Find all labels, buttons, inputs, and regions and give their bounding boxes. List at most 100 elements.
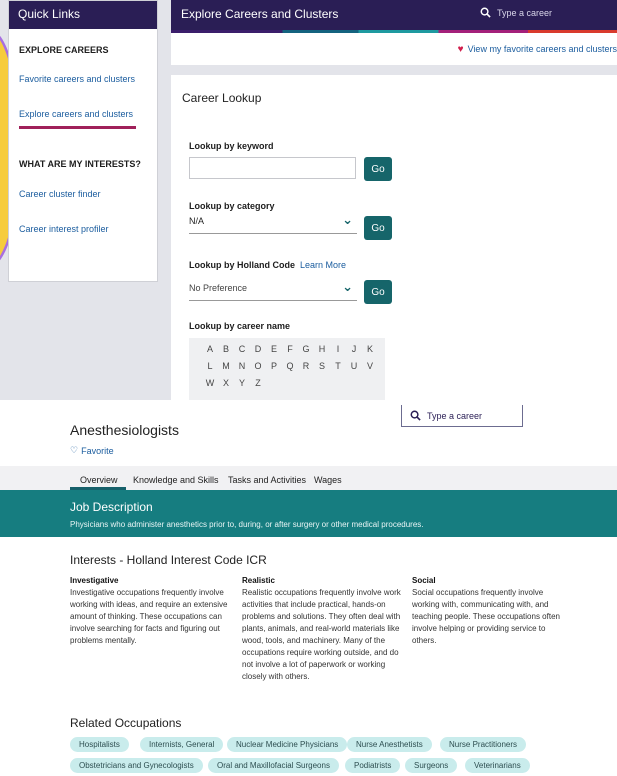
alphabet-row-2: L M N O P Q R S T U V <box>202 361 385 378</box>
holland-code-select[interactable]: No Preference ⌄ <box>189 279 357 301</box>
tab-overview[interactable]: Overview <box>80 475 118 485</box>
favorite-toggle[interactable]: ♡ Favorite <box>70 445 114 456</box>
interest-investigative: Investigative Investigative occupations … <box>70 575 232 647</box>
interest-name: Social <box>412 576 436 585</box>
quick-links-title: Quick Links <box>9 1 157 29</box>
job-description-text: Physicians who administer anesthetics pr… <box>70 520 424 529</box>
holland-code-label: Lookup by Holland Code Learn More <box>189 260 346 270</box>
letter-link[interactable]: E <box>266 344 282 361</box>
interest-name: Investigative <box>70 576 119 585</box>
interest-text: Investigative occupations frequently inv… <box>70 588 228 645</box>
occupation-search-input[interactable]: Type a career <box>401 405 523 427</box>
career-lookup-title: Career Lookup <box>182 91 262 105</box>
letter-link[interactable]: S <box>314 361 330 378</box>
related-occupation-chip[interactable]: Surgeons <box>405 758 458 773</box>
letter-link[interactable]: W <box>202 378 218 395</box>
category-select[interactable]: N/A ⌄ <box>189 212 357 234</box>
interest-text: Realistic occupations frequently involve… <box>242 588 401 681</box>
job-description-title: Job Description <box>70 500 153 514</box>
favorites-strip: ♥ View my favorite careers and clusters <box>171 33 617 65</box>
letter-link[interactable]: P <box>266 361 282 378</box>
tab-tasks-activities[interactable]: Tasks and Activities <box>228 475 306 485</box>
related-occupation-chip[interactable]: Veterinarians <box>465 758 530 773</box>
search-icon <box>480 7 491 18</box>
career-explorer-screenshot: Quick Links EXPLORE CAREERS Favorite car… <box>0 0 617 400</box>
heart-outline-icon: ♡ <box>70 445 79 455</box>
chevron-down-icon: ⌄ <box>342 212 353 227</box>
favorite-label: Favorite <box>81 445 114 456</box>
holland-code-label-text: Lookup by Holland Code <box>189 260 295 270</box>
search-icon <box>410 410 421 421</box>
keyword-input[interactable] <box>189 157 356 179</box>
related-occupation-chip[interactable]: Internists, General <box>140 737 224 752</box>
interests-title: Interests - Holland Interest Code ICR <box>70 553 267 567</box>
letter-link[interactable]: Y <box>234 378 250 395</box>
tab-wages[interactable]: Wages <box>314 475 342 485</box>
related-occupation-chip[interactable]: Nurse Anesthetists <box>347 737 432 752</box>
related-occupation-chip[interactable]: Podiatrists <box>345 758 401 773</box>
learn-more-link[interactable]: Learn More <box>300 260 346 270</box>
view-favorites-link[interactable]: View my favorite careers and clusters <box>468 44 617 54</box>
link-favorite-careers[interactable]: Favorite careers and clusters <box>19 74 135 84</box>
career-lookup-panel: Career Lookup Lookup by keyword Go Looku… <box>171 75 617 400</box>
letter-link[interactable]: G <box>298 344 314 361</box>
related-occupations-title: Related Occupations <box>70 716 182 730</box>
related-occupation-chip[interactable]: Oral and Maxillofacial Surgeons <box>208 758 339 773</box>
header-search-input[interactable]: Type a career <box>462 3 617 22</box>
category-go-button[interactable]: Go <box>364 216 392 240</box>
letter-link[interactable]: Q <box>282 361 298 378</box>
letter-link[interactable]: F <box>282 344 298 361</box>
quick-links-panel: Quick Links EXPLORE CAREERS Favorite car… <box>8 0 158 282</box>
letter-link[interactable]: H <box>314 344 330 361</box>
link-career-interest-profiler[interactable]: Career interest profiler <box>19 224 109 234</box>
section-interests: WHAT ARE MY INTERESTS? <box>19 159 141 169</box>
link-explore-careers[interactable]: Explore careers and clusters <box>19 109 133 119</box>
letter-link[interactable]: M <box>218 361 234 378</box>
letter-link[interactable]: X <box>218 378 234 395</box>
link-career-cluster-finder[interactable]: Career cluster finder <box>19 189 101 199</box>
career-name-label: Lookup by career name <box>189 321 291 331</box>
occupation-title: Anesthesiologists <box>70 422 179 438</box>
interest-name: Realistic <box>242 576 275 585</box>
letter-link[interactable]: K <box>362 344 378 361</box>
category-value: N/A <box>189 216 205 226</box>
active-link-indicator <box>19 126 136 129</box>
letter-link[interactable]: J <box>346 344 362 361</box>
alphabet-row-1: A B C D E F G H I J K <box>202 344 385 361</box>
alphabet-row-3: W X Y Z <box>202 378 385 395</box>
category-label: Lookup by category <box>189 201 275 211</box>
letter-link[interactable]: T <box>330 361 346 378</box>
interest-text: Social occupations frequently involve wo… <box>412 588 560 645</box>
keyword-label: Lookup by keyword <box>189 141 274 151</box>
related-occupation-chip[interactable]: Obstetricians and Gynecologists <box>70 758 203 773</box>
interest-realistic: Realistic Realistic occupations frequent… <box>242 575 404 683</box>
interest-social: Social Social occupations frequently inv… <box>412 575 562 647</box>
related-occupation-chip[interactable]: Nurse Practitioners <box>440 737 527 752</box>
related-occupation-chip[interactable]: Hospitalists <box>70 737 129 752</box>
holland-code-value: No Preference <box>189 283 248 293</box>
section-explore-careers: EXPLORE CAREERS <box>19 45 109 55</box>
letter-link[interactable]: N <box>234 361 250 378</box>
letter-link[interactable]: D <box>250 344 266 361</box>
letter-link[interactable]: U <box>346 361 362 378</box>
letter-link[interactable]: C <box>234 344 250 361</box>
letter-link[interactable]: I <box>330 344 346 361</box>
keyword-go-button[interactable]: Go <box>364 157 392 181</box>
search-placeholder: Type a career <box>497 7 553 18</box>
job-description-section: Job Description Physicians who administe… <box>0 490 617 537</box>
letter-link[interactable]: O <box>250 361 266 378</box>
heart-filled-icon: ♥ <box>457 43 464 55</box>
letter-link[interactable]: A <box>202 344 218 361</box>
letter-link[interactable]: L <box>202 361 218 378</box>
chevron-down-icon: ⌄ <box>342 279 353 294</box>
letter-link[interactable]: Z <box>250 378 266 395</box>
search-placeholder: Type a career <box>427 410 483 421</box>
page-title: Explore Careers and Clusters <box>181 7 339 21</box>
related-occupation-chip[interactable]: Nuclear Medicine Physicians <box>227 737 348 752</box>
letter-link[interactable]: R <box>298 361 314 378</box>
holland-go-button[interactable]: Go <box>364 280 392 304</box>
letter-link[interactable]: B <box>218 344 234 361</box>
tab-knowledge-skills[interactable]: Knowledge and Skills <box>133 475 219 485</box>
letter-link[interactable]: V <box>362 361 378 378</box>
alphabet-index: A B C D E F G H I J K L M N O P Q R S T … <box>189 338 385 400</box>
